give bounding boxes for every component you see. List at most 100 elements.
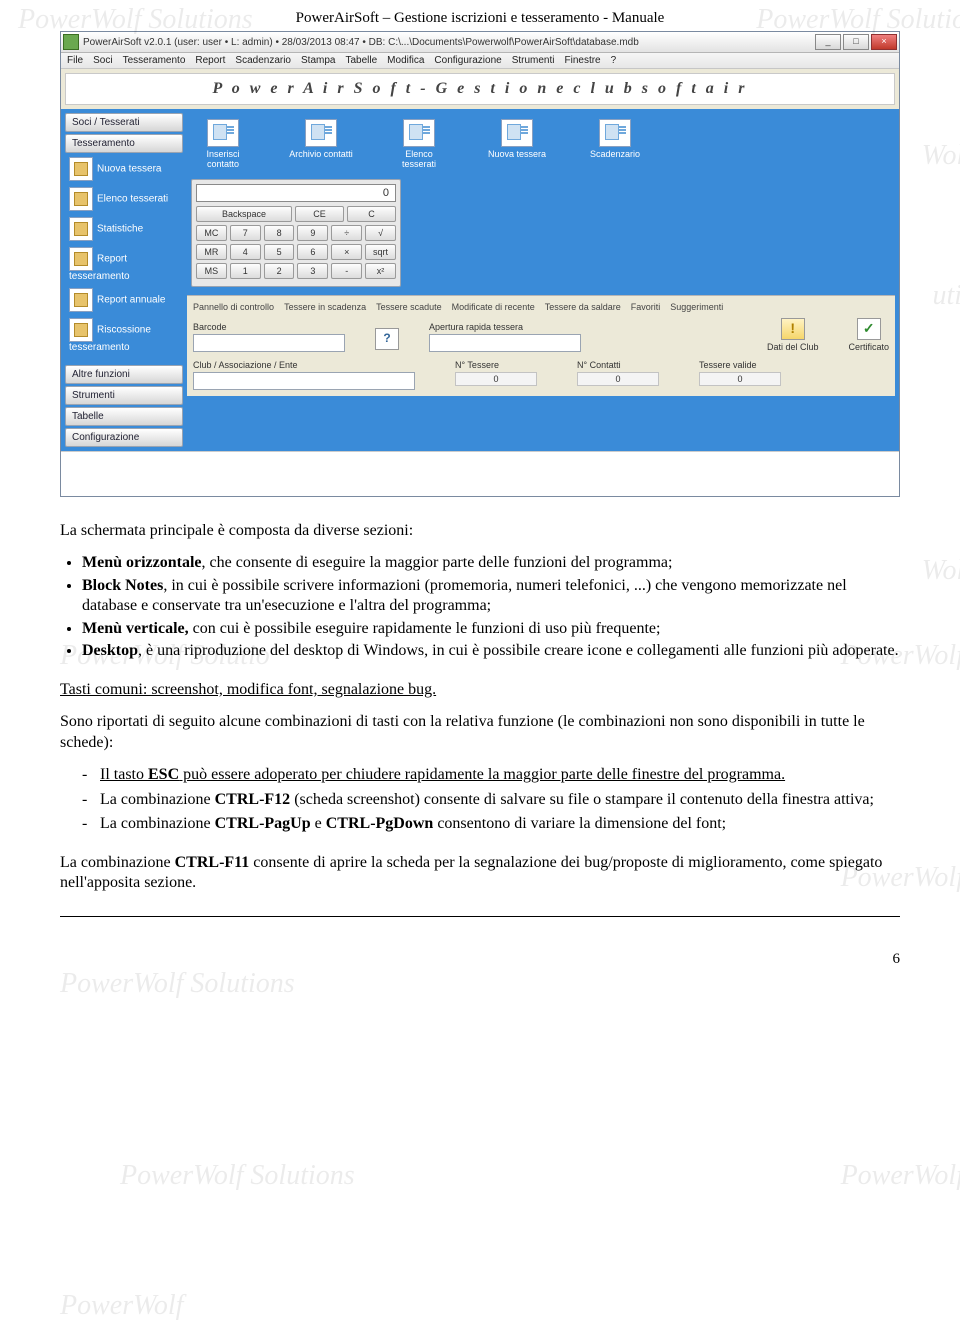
toolbar-label: Elenco tesserati <box>402 149 436 169</box>
sidebar-group[interactable]: Altre funzioni <box>65 365 183 384</box>
list-item: Menù verticale, con cui è possibile eseg… <box>82 619 900 639</box>
maximize-button[interactable]: □ <box>843 34 869 50</box>
sidebar-group[interactable]: Configurazione <box>65 428 183 447</box>
panel-tab[interactable]: Tessere in scadenza <box>284 302 366 312</box>
list-item: Desktop, è una riproduzione del desktop … <box>82 641 900 661</box>
list-icon <box>69 187 93 211</box>
calc-key[interactable]: 5 <box>264 244 295 260</box>
menu-item[interactable]: ? <box>611 55 617 66</box>
sidebar-item[interactable]: Statistiche <box>65 215 183 243</box>
toolbar-button[interactable]: Elenco tesserati <box>387 119 451 169</box>
certificato-button[interactable]: Certificato <box>848 318 889 352</box>
panel-tab[interactable]: Tessere da saldare <box>545 302 621 312</box>
menu-item[interactable]: Tesseramento <box>123 55 186 66</box>
calc-key[interactable]: 9 <box>297 225 328 241</box>
close-button[interactable]: × <box>871 34 897 50</box>
menu-item[interactable]: Tabelle <box>345 55 377 66</box>
sidebar-group[interactable]: Tesseramento <box>65 134 183 153</box>
chart-icon <box>69 217 93 241</box>
warning-icon <box>781 318 805 340</box>
sidebar-item-label: Statistiche <box>97 224 143 235</box>
horizontal-rule <box>60 916 900 917</box>
panel-tab[interactable]: Tessere scadute <box>376 302 442 312</box>
sidebar-item-label: Nuova tessera <box>97 164 161 175</box>
sidebar-item[interactable]: Nuova tessera <box>65 155 183 183</box>
stat-label: Dati del Club <box>767 342 819 352</box>
menu-item[interactable]: Modifica <box>387 55 424 66</box>
document-body: La schermata principale è composta da di… <box>60 521 900 917</box>
calc-key[interactable]: MC <box>196 225 227 241</box>
menu-item[interactable]: Soci <box>93 55 112 66</box>
calc-key[interactable]: 2 <box>264 263 295 279</box>
panel-tab[interactable]: Pannello di controllo <box>193 302 274 312</box>
toolbar-button[interactable]: Scadenzario <box>583 119 647 169</box>
toolbar-button[interactable]: Nuova tessera <box>485 119 549 169</box>
toolbar-button[interactable]: Inserisci contatto <box>191 119 255 169</box>
calc-key[interactable]: Backspace <box>196 206 292 222</box>
panel-tab[interactable]: Favoriti <box>631 302 661 312</box>
menu-item[interactable]: File <box>67 55 83 66</box>
calc-key[interactable]: 3 <box>297 263 328 279</box>
calc-key[interactable]: 6 <box>297 244 328 260</box>
calc-key[interactable]: 4 <box>230 244 261 260</box>
dati-club-button[interactable]: Dati del Club <box>767 318 819 352</box>
menu-item[interactable]: Strumenti <box>512 55 555 66</box>
info-icon <box>375 328 399 350</box>
menu-item[interactable]: Configurazione <box>434 55 501 66</box>
calc-key[interactable]: MR <box>196 244 227 260</box>
toolbar-label: Archivio contatti <box>289 149 353 159</box>
toolbar-label: Nuova tessera <box>488 149 546 159</box>
section-heading: Tasti comuni: screenshot, modifica font,… <box>60 680 900 700</box>
calc-key[interactable]: × <box>331 244 362 260</box>
menu-item[interactable]: Scadenzario <box>235 55 291 66</box>
bullet-list: Menù orizzontale, che consente di esegui… <box>82 553 900 661</box>
toolbar-button[interactable]: Archivio contatti <box>289 119 353 169</box>
app-banner: P o w e r A i r S o f t - G e s t i o n … <box>65 73 895 105</box>
menu-item[interactable]: Report <box>195 55 225 66</box>
info-button[interactable] <box>375 328 399 352</box>
sidebar-group[interactable]: Tabelle <box>65 407 183 426</box>
calc-key[interactable]: ÷ <box>331 225 362 241</box>
stat-label: N° Tessere <box>455 360 537 370</box>
sidebar-group[interactable]: Soci / Tesserati <box>65 113 183 132</box>
list-item: La combinazione CTRL-PagUp e CTRL-PgDown… <box>82 814 900 834</box>
app-icon <box>63 34 79 50</box>
menu-item[interactable]: Finestre <box>564 55 600 66</box>
calc-key[interactable]: 7 <box>230 225 261 241</box>
stat-value: 0 <box>577 372 659 386</box>
barcode-input[interactable] <box>193 334 345 352</box>
sidebar-group[interactable]: Strumenti <box>65 386 183 405</box>
apertura-input[interactable] <box>429 334 581 352</box>
calc-key[interactable]: √ <box>365 225 396 241</box>
club-select[interactable] <box>193 372 415 390</box>
calc-key[interactable]: 1 <box>230 263 261 279</box>
watermark: PowerWolf <box>841 1160 960 1192</box>
sidebar-item[interactable]: Elenco tesserati <box>65 185 183 213</box>
sidebar-item[interactable]: Riscossione tesseramento <box>65 316 183 355</box>
calc-key[interactable]: - <box>331 263 362 279</box>
sidebar-item[interactable]: Report annuale <box>65 286 183 314</box>
calc-key[interactable]: C <box>347 206 396 222</box>
calc-key[interactable]: sqrt <box>365 244 396 260</box>
calc-key[interactable]: x² <box>365 263 396 279</box>
watermark: PowerWolf Solutions <box>120 1160 355 1192</box>
stat-label: Tessere valide <box>699 360 781 370</box>
apertura-field: Apertura rapida tessera <box>429 322 581 352</box>
calc-key[interactable]: MS <box>196 263 227 279</box>
minimize-button[interactable]: _ <box>815 34 841 50</box>
sidebar-item[interactable]: Report tesseramento <box>65 245 183 284</box>
club-field: Club / Associazione / Ente <box>193 360 415 390</box>
barcode-field: Barcode <box>193 322 345 352</box>
menu-item[interactable]: Stampa <box>301 55 335 66</box>
main-area: Inserisci contatto Archivio contatti Ele… <box>187 113 895 447</box>
stat-ntessere: N° Tessere0 <box>455 360 537 390</box>
panel-tab[interactable]: Modificate di recente <box>452 302 535 312</box>
field-label: Apertura rapida tessera <box>429 322 581 332</box>
calc-key[interactable]: 8 <box>264 225 295 241</box>
panel-tabs: Pannello di controllo Tessere in scadenz… <box>193 302 889 318</box>
panel-tab[interactable]: Suggerimenti <box>670 302 723 312</box>
calc-key[interactable]: CE <box>295 206 344 222</box>
paragraph: La combinazione CTRL-F11 consente di apr… <box>60 853 900 894</box>
list-item: La combinazione CTRL-F12 (scheda screens… <box>82 790 900 810</box>
stat-valide: Tessere valide0 <box>699 360 781 390</box>
